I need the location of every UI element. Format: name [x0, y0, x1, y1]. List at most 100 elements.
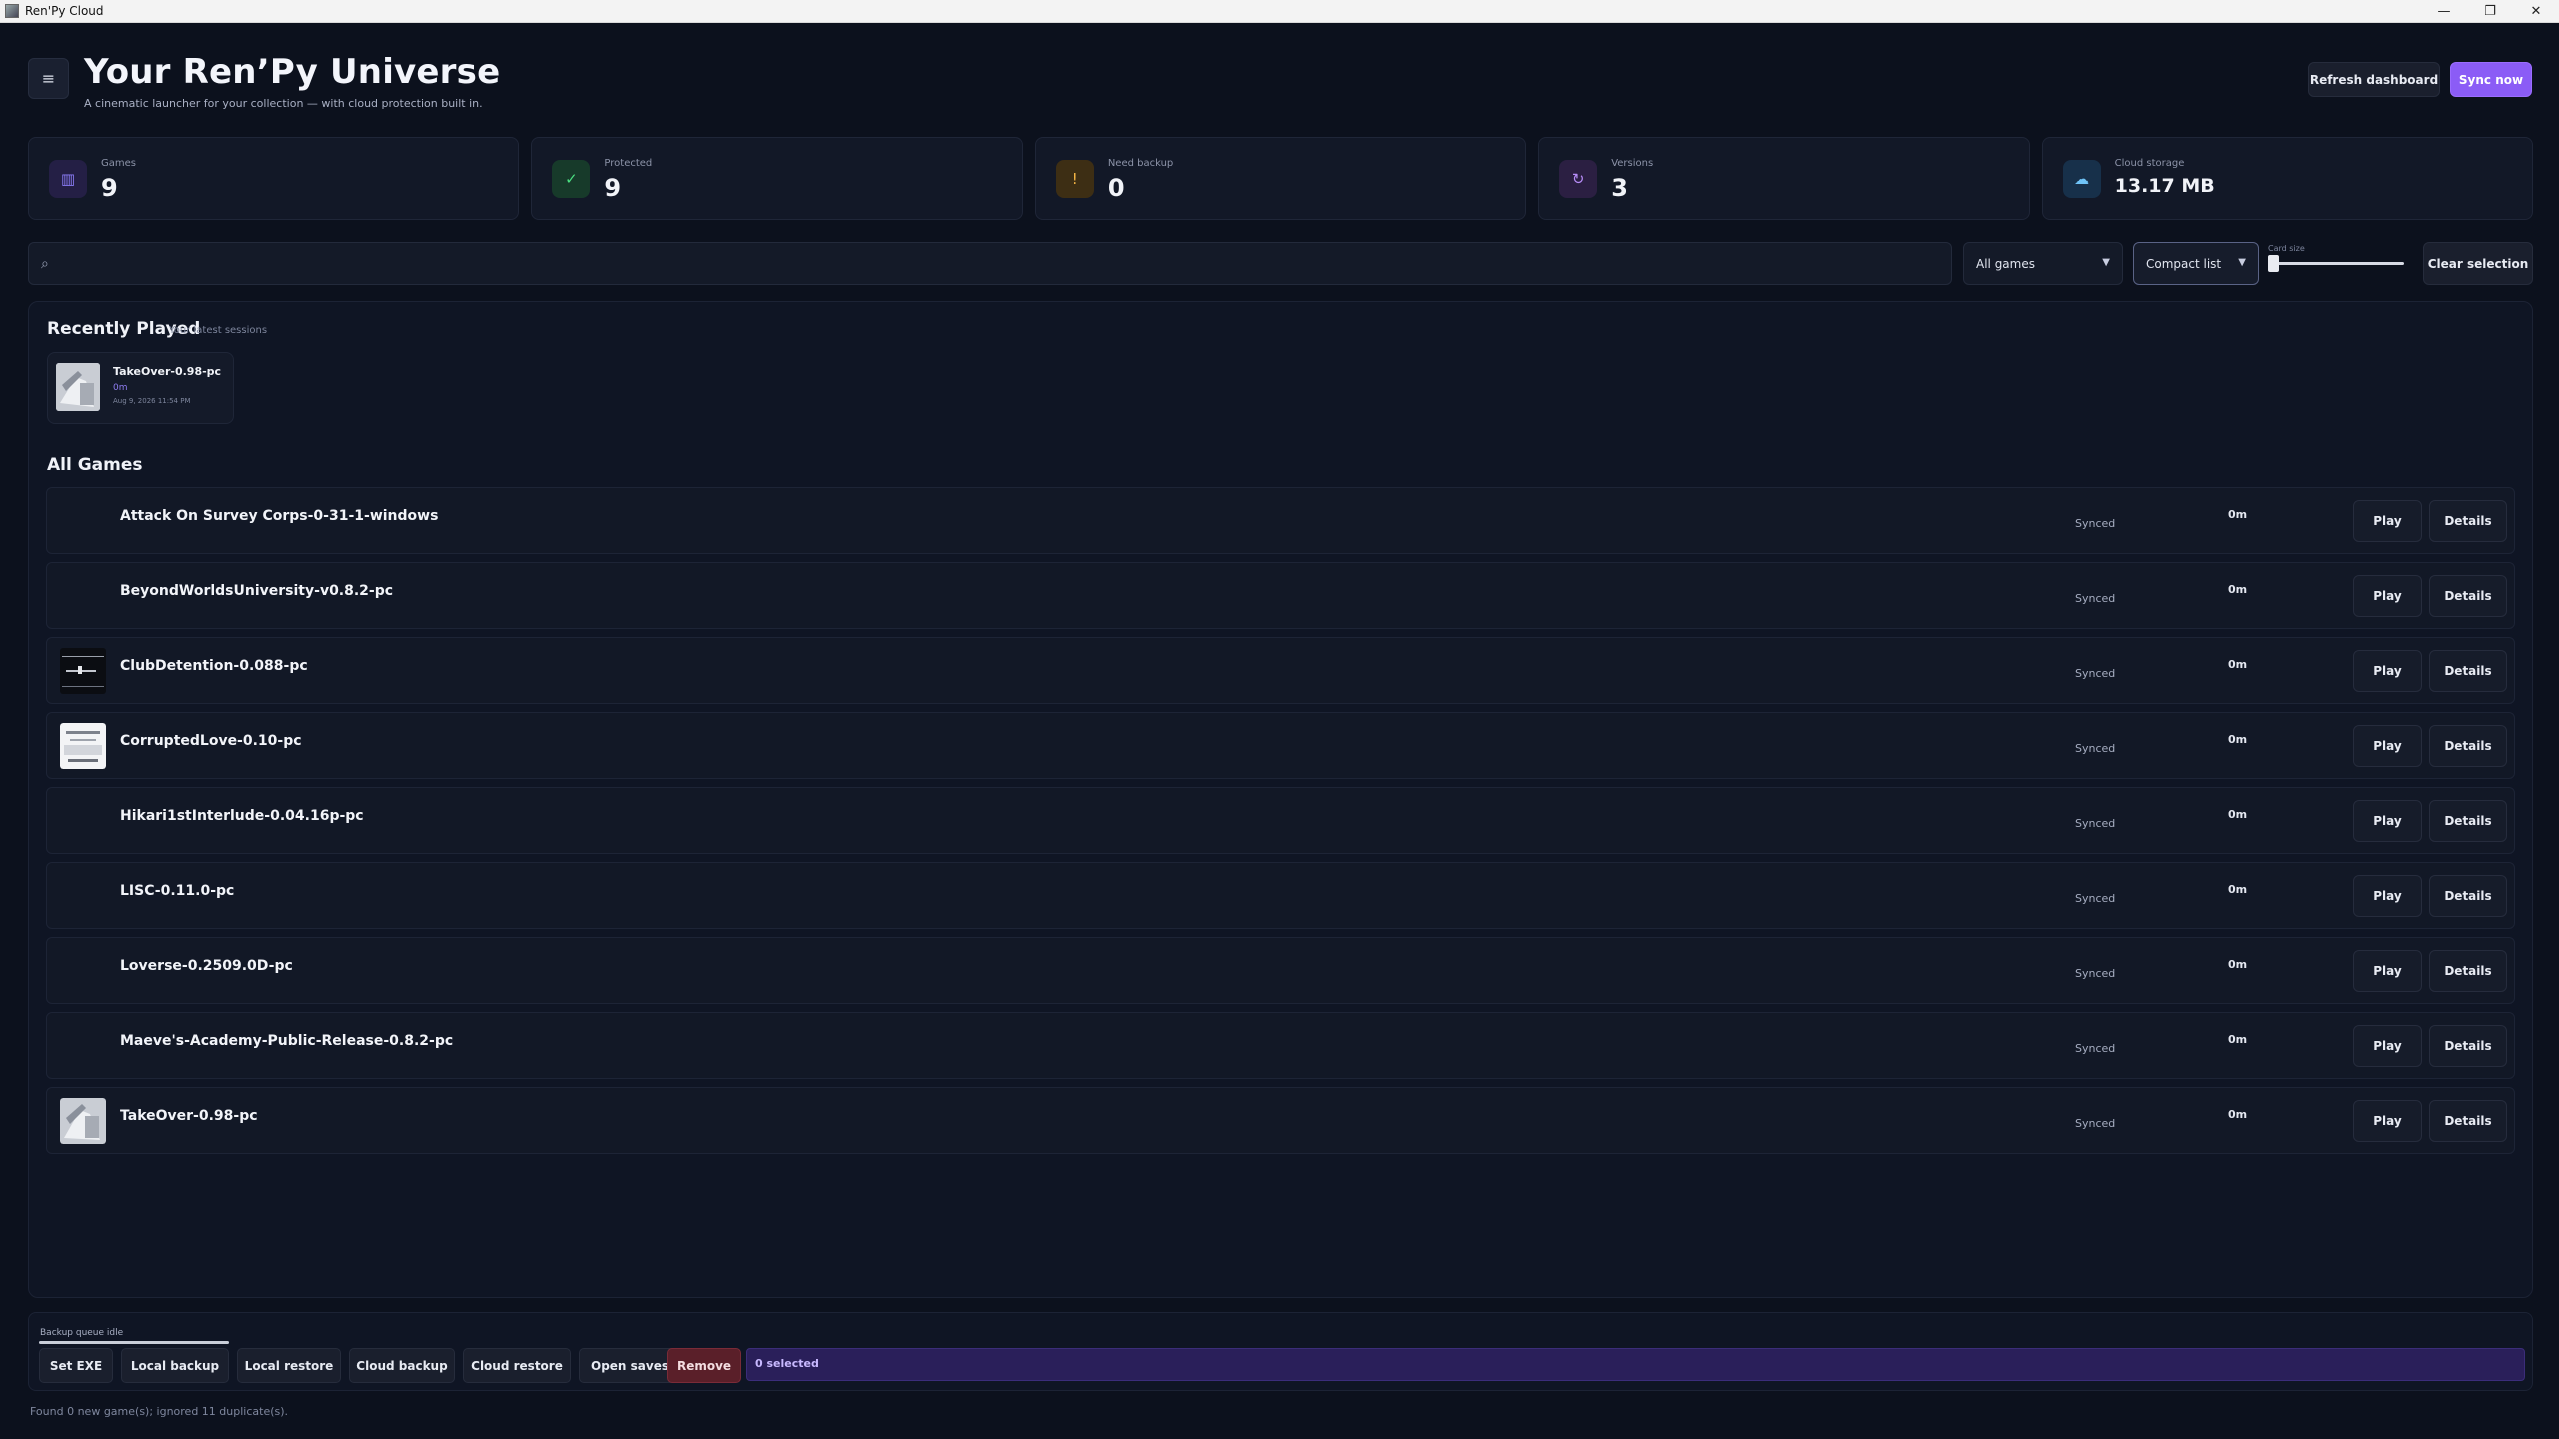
stat-value: 9: [101, 174, 118, 202]
recent-game-date: Aug 9, 2026 11:54 PM: [113, 397, 191, 405]
card-size-label: Card size: [2268, 244, 2305, 253]
remove-button[interactable]: Remove: [667, 1348, 741, 1383]
playtime: 0m: [2228, 808, 2248, 821]
details-button[interactable]: Details: [2429, 650, 2507, 692]
game-thumbnail: [60, 1098, 106, 1144]
cloud-icon: ☁: [2062, 160, 2101, 198]
close-button[interactable]: ✕: [2513, 0, 2559, 23]
sync-status: Synced: [2075, 667, 2116, 680]
cloud-restore-button[interactable]: Cloud restore: [463, 1348, 571, 1383]
library-icon: ▥: [49, 160, 87, 198]
clear-selection-button[interactable]: Clear selection: [2423, 242, 2533, 285]
recently-played-hint: Your latest sessions: [169, 325, 268, 336]
bottom-action-bar: Backup queue idle Set EXE Local backup Loc…: [28, 1312, 2533, 1391]
card-size-slider-track[interactable]: [2274, 262, 2404, 265]
details-button[interactable]: Details: [2429, 950, 2507, 992]
local-backup-button[interactable]: Local backup: [121, 1348, 229, 1383]
stat-card-versions: ↻ Versions 3: [1538, 137, 2030, 220]
stat-card-protected: ✓ Protected 9: [531, 137, 1023, 220]
game-thumbnail: [60, 873, 106, 919]
selection-bar: 0 selected: [746, 1348, 2525, 1381]
sync-status: Synced: [2075, 1117, 2116, 1130]
play-button[interactable]: Play: [2353, 875, 2422, 917]
details-button[interactable]: Details: [2429, 500, 2507, 542]
stats-row: ▥ Games 9 ✓ Protected 9 ! Need backup 0 ↻ Versions…: [28, 137, 2534, 220]
chevron-down-icon: ▼: [2102, 257, 2110, 268]
game-row[interactable]: Loverse-0.2509.0D-pc Synced 0m Play Details: [46, 937, 2515, 1004]
filter-select[interactable]: All games ▼: [1963, 242, 2123, 285]
stat-label: Protected: [604, 158, 653, 169]
game-row[interactable]: ClubDetention-0.088-pc Synced 0m Play Detail…: [46, 637, 2515, 704]
game-row[interactable]: BeyondWorldsUniversity-v0.8.2-pc Synced 0m…: [46, 562, 2515, 629]
game-row[interactable]: TakeOver-0.98-pc Synced 0m Play Details: [46, 1087, 2515, 1154]
game-thumbnail: [60, 573, 106, 619]
playtime: 0m: [2228, 583, 2248, 596]
game-thumbnail: [60, 498, 106, 544]
sync-status: Synced: [2075, 892, 2116, 905]
game-thumbnail: [60, 1023, 106, 1069]
refresh-dashboard-button[interactable]: Refresh dashboard: [2308, 62, 2440, 97]
backup-queue-progress: [39, 1341, 229, 1344]
toolbar: ⌕ All games ▼ Compact list ▼ Card size C…: [28, 242, 2533, 285]
set-exe-button[interactable]: Set EXE: [39, 1348, 113, 1383]
details-button[interactable]: Details: [2429, 725, 2507, 767]
game-row[interactable]: Attack On Survey Corps-0-31-1-windows Syn…: [46, 487, 2515, 554]
view-mode-select-value: Compact list: [2146, 256, 2222, 271]
sync-now-button[interactable]: Sync now: [2450, 62, 2532, 97]
game-name: LISC-0.11.0-pc: [120, 883, 235, 899]
game-row[interactable]: Hikari1stInterlude-0.04.16p-pc Synced 0m Pl…: [46, 787, 2515, 854]
game-name: CorruptedLove-0.10-pc: [120, 733, 302, 749]
page-title: Your Ren’Py Universe: [84, 52, 501, 92]
playtime: 0m: [2228, 958, 2248, 971]
game-name: Attack On Survey Corps-0-31-1-windows: [120, 508, 439, 524]
page-subtitle: A cinematic launcher for your collection…: [84, 97, 483, 110]
play-button[interactable]: Play: [2353, 1025, 2422, 1067]
details-button[interactable]: Details: [2429, 575, 2507, 617]
selection-count: 0 selected: [755, 1357, 819, 1370]
details-button[interactable]: Details: [2429, 1025, 2507, 1067]
warning-icon: !: [1055, 160, 1094, 198]
playtime: 0m: [2228, 508, 2248, 521]
card-size-slider-thumb[interactable]: [2268, 255, 2279, 272]
search-input[interactable]: [63, 243, 1943, 284]
view-mode-select[interactable]: Compact list ▼: [2133, 242, 2259, 285]
cloud-backup-button[interactable]: Cloud backup: [349, 1348, 455, 1383]
hamburger-icon: ≡: [41, 69, 56, 88]
minimize-button[interactable]: —: [2421, 0, 2467, 23]
app-icon: [5, 4, 19, 18]
chevron-down-icon: ▼: [2238, 257, 2246, 268]
header: ≡ Your Ren’Py Universe A cinematic launc…: [28, 50, 2533, 120]
play-button[interactable]: Play: [2353, 500, 2422, 542]
game-row[interactable]: CorruptedLove-0.10-pc Synced 0m Play Details: [46, 712, 2515, 779]
sync-status: Synced: [2075, 817, 2116, 830]
stat-value: 9: [604, 174, 622, 202]
footer-status: Found 0 new game(s); ignored 11 duplicat…: [30, 1405, 289, 1418]
play-button[interactable]: Play: [2353, 950, 2422, 992]
details-button[interactable]: Details: [2429, 875, 2507, 917]
playtime: 0m: [2228, 883, 2248, 896]
details-button[interactable]: Details: [2429, 800, 2507, 842]
details-button[interactable]: Details: [2429, 1100, 2507, 1142]
recent-game-card[interactable]: TakeOver-0.98-pc 0m Aug 9, 2026 11:54 PM: [47, 352, 234, 424]
play-button[interactable]: Play: [2353, 650, 2422, 692]
stat-card-need-backup: ! Need backup 0: [1034, 137, 1527, 220]
open-saves-button[interactable]: Open saves: [579, 1348, 681, 1383]
play-button[interactable]: Play: [2353, 575, 2422, 617]
game-row[interactable]: LISC-0.11.0-pc Synced 0m Play Details: [46, 862, 2515, 929]
sync-status: Synced: [2075, 967, 2116, 980]
local-restore-button[interactable]: Local restore: [237, 1348, 341, 1383]
stat-value: 0: [1107, 174, 1125, 202]
maximize-button[interactable]: ❐: [2467, 0, 2513, 23]
sync-status: Synced: [2075, 592, 2116, 605]
menu-button[interactable]: ≡: [28, 58, 69, 99]
game-name: BeyondWorldsUniversity-v0.8.2-pc: [120, 583, 394, 599]
game-name: Loverse-0.2509.0D-pc: [120, 958, 293, 974]
play-button[interactable]: Play: [2353, 800, 2422, 842]
game-thumbnail: [60, 948, 106, 994]
check-icon: ✓: [552, 160, 591, 198]
play-button[interactable]: Play: [2353, 725, 2422, 767]
play-button[interactable]: Play: [2353, 1100, 2422, 1142]
game-thumbnail: [56, 363, 100, 411]
game-row[interactable]: Maeve's-Academy-Public-Release-0.8.2-pc S…: [46, 1012, 2515, 1079]
stat-card-games: ▥ Games 9: [28, 137, 520, 220]
